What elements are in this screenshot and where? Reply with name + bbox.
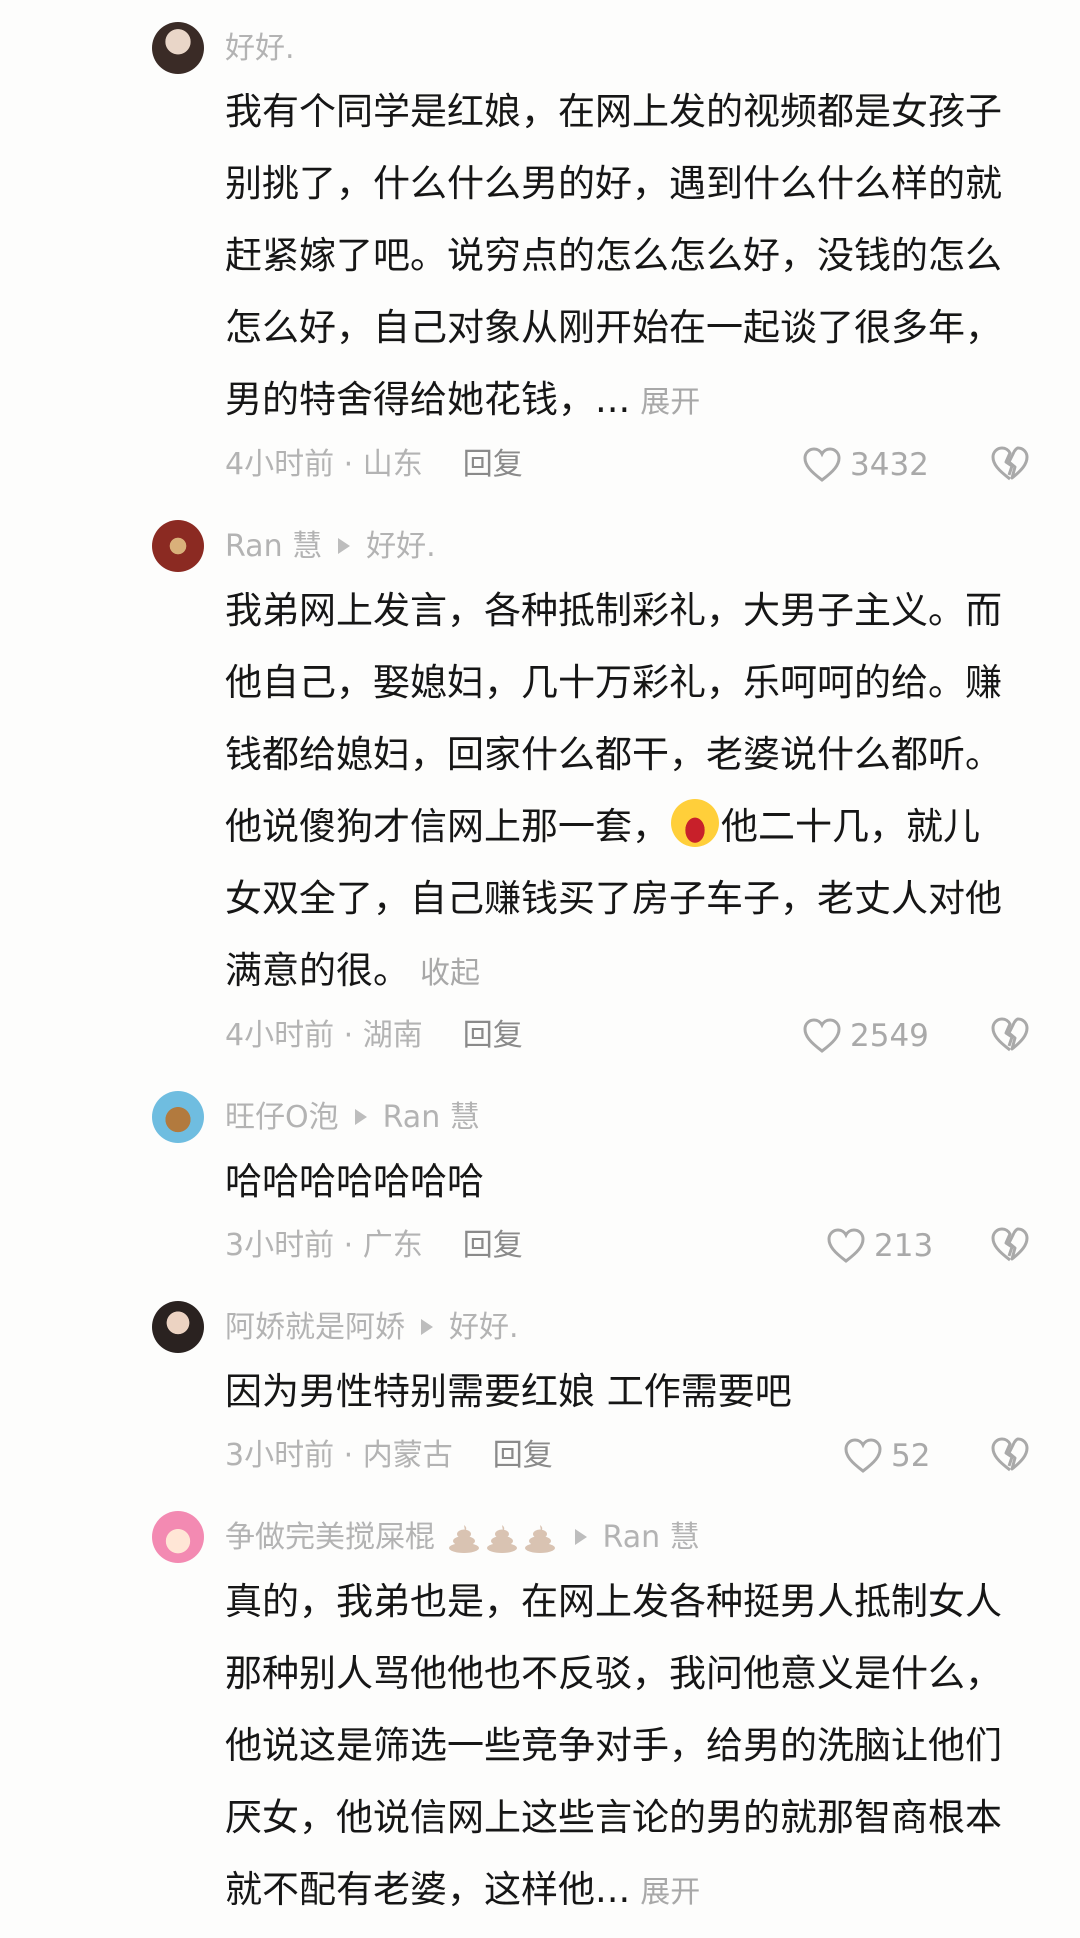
like-button[interactable]: 2549: [802, 1014, 929, 1058]
poop-emoji-icon: [524, 1525, 555, 1553]
comment-text: 我弟网上发言，各种抵制彩礼，大男子主义。而 他自己，娶媳妇，几十万彩礼，乐呵呵的…: [225, 589, 1002, 992]
like-count: 52: [891, 1438, 931, 1474]
broken-heart-icon: [991, 1437, 1029, 1472]
timestamp-location: 3小时前 · 广东: [225, 1228, 423, 1263]
laughing-emoji-icon: [671, 799, 719, 847]
comment-header: 争做完美搅屎棍 Ran 慧: [225, 1516, 700, 1560]
timestamp-location: 3小时前 · 内蒙古: [225, 1438, 453, 1473]
dislike-button[interactable]: [990, 1016, 1030, 1056]
comment-text: 因为男性特别需要红娘 工作需要吧: [225, 1370, 792, 1413]
dislike-button[interactable]: [990, 1436, 1030, 1476]
username[interactable]: 旺仔O泡: [225, 1100, 339, 1135]
timestamp-location: 4小时前 · 湖南: [225, 1018, 423, 1053]
username[interactable]: 争做完美搅屎棍: [225, 1520, 435, 1555]
heart-outline-icon: [803, 1018, 841, 1053]
play-triangle-icon: [338, 538, 351, 554]
like-button[interactable]: 3432: [802, 443, 929, 487]
timestamp-location: 4小时前 · 山东: [225, 447, 423, 482]
play-triangle-icon: [421, 1319, 433, 1335]
comment-header: Ran 慧 好好.: [225, 525, 436, 569]
reply-button[interactable]: 回复: [463, 447, 523, 482]
like-count: 213: [874, 1228, 934, 1264]
comment-text: 真的，我弟也是，在网上发各种挺男人抵制女人 那种别人骂他他也不反驳，我问他意义是…: [225, 1580, 1002, 1911]
reply-to-username[interactable]: 好好.: [366, 529, 436, 564]
like-count: 2549: [850, 1018, 929, 1054]
dislike-button[interactable]: [990, 445, 1030, 485]
reply-button[interactable]: 回复: [463, 1018, 523, 1053]
comment-meta: 4小时前 · 湖南 回复: [225, 1014, 523, 1058]
heart-outline-icon: [844, 1438, 882, 1473]
comment-header: 好好.: [225, 27, 295, 71]
comment-header: 旺仔O泡 Ran 慧: [225, 1096, 480, 1140]
poop-emoji-icon: [486, 1525, 517, 1553]
comment-header: 阿娇就是阿娇 好好.: [225, 1306, 519, 1350]
comment-meta: 4小时前 · 山东 回复: [225, 443, 523, 487]
avatar[interactable]: [152, 520, 204, 572]
comment-text: 我有个同学是红娘，在网上发的视频都是女孩子 别挑了，什么什么男的好，遇到什么什么…: [225, 90, 1002, 421]
expand-link[interactable]: 展开: [640, 1875, 700, 1910]
play-triangle-icon: [574, 1529, 587, 1545]
broken-heart-icon: [991, 1017, 1029, 1052]
heart-outline-icon: [827, 1228, 865, 1263]
reply-to-username[interactable]: 好好.: [449, 1310, 519, 1345]
broken-heart-icon: [991, 1227, 1029, 1262]
like-count: 3432: [850, 447, 929, 483]
play-triangle-icon: [354, 1109, 367, 1125]
username[interactable]: Ran 慧: [225, 529, 322, 564]
comment-meta: 3小时前 · 内蒙古 回复: [225, 1434, 553, 1478]
dislike-button[interactable]: [990, 1226, 1030, 1266]
comment-text: 哈哈哈哈哈哈哈: [225, 1160, 484, 1203]
like-button[interactable]: 213: [826, 1224, 933, 1268]
username[interactable]: 阿娇就是阿娇: [225, 1310, 405, 1345]
avatar[interactable]: [152, 1091, 204, 1143]
collapse-link[interactable]: 收起: [420, 956, 480, 991]
avatar[interactable]: [152, 22, 204, 74]
username[interactable]: 好好.: [225, 31, 295, 66]
poop-emoji-icon: [448, 1525, 479, 1553]
reply-to-username[interactable]: Ran 慧: [603, 1520, 700, 1555]
expand-link[interactable]: 展开: [640, 385, 700, 420]
like-button[interactable]: 52: [843, 1434, 930, 1478]
avatar[interactable]: [152, 1511, 204, 1563]
broken-heart-icon: [991, 446, 1029, 481]
reply-to-username[interactable]: Ran 慧: [383, 1100, 480, 1135]
reply-button[interactable]: 回复: [493, 1438, 553, 1473]
avatar[interactable]: [152, 1301, 204, 1353]
reply-button[interactable]: 回复: [463, 1228, 523, 1263]
heart-outline-icon: [803, 447, 841, 482]
comment-meta: 3小时前 · 广东 回复: [225, 1224, 523, 1268]
